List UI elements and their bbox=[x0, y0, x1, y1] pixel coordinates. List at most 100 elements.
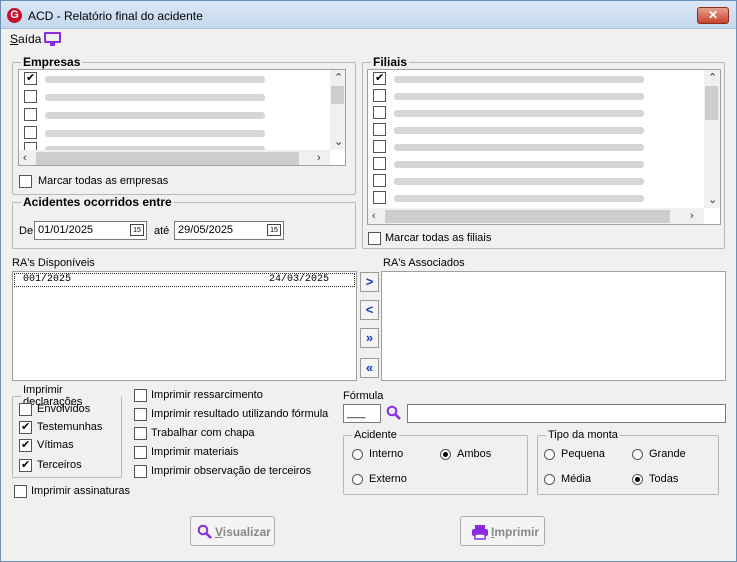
remove-all-ra-button[interactable]: « bbox=[360, 358, 379, 378]
list-item[interactable] bbox=[368, 105, 720, 121]
filiais-list[interactable]: ⌃ ⌄ ‹ › bbox=[367, 69, 721, 225]
visualizar-button[interactable]: Visualizar bbox=[190, 516, 275, 546]
marcar-todas-empresas-checkbox[interactable] bbox=[19, 175, 32, 188]
redacted-text bbox=[394, 178, 644, 185]
filial-checkbox[interactable] bbox=[373, 191, 386, 204]
scroll-left-icon[interactable]: ‹ bbox=[372, 210, 376, 222]
add-all-ra-button[interactable]: » bbox=[360, 328, 379, 348]
list-item[interactable] bbox=[19, 89, 345, 105]
empresa-checkbox[interactable] bbox=[24, 71, 37, 85]
list-item[interactable] bbox=[368, 156, 720, 172]
imprimir-materiais-checkbox[interactable] bbox=[134, 446, 147, 459]
date-from-input[interactable]: 01/01/2025 15 bbox=[34, 221, 147, 240]
list-item[interactable] bbox=[19, 107, 345, 123]
list-item[interactable] bbox=[368, 88, 720, 104]
menu-saida-mnemonic: S bbox=[10, 32, 19, 46]
vertical-scrollbar[interactable]: ⌃ ⌄ bbox=[704, 70, 720, 208]
imprimir-observacao-terceiros-label: Imprimir observação de terceiros bbox=[151, 465, 312, 477]
scrollbar-thumb[interactable] bbox=[36, 152, 299, 165]
vitimas-checkbox[interactable] bbox=[19, 438, 32, 452]
empresa-checkbox[interactable] bbox=[24, 126, 37, 139]
acidente-title: Acidente bbox=[354, 429, 397, 441]
imprimir-materiais-label: Imprimir materiais bbox=[151, 446, 239, 458]
list-item[interactable] bbox=[368, 122, 720, 138]
list-item[interactable] bbox=[19, 71, 345, 87]
scroll-up-icon[interactable]: ⌃ bbox=[708, 72, 717, 84]
date-to-input[interactable]: 29/05/2025 15 bbox=[174, 221, 284, 240]
list-item[interactable] bbox=[368, 139, 720, 155]
filial-checkbox[interactable] bbox=[373, 71, 386, 85]
monitor-icon[interactable] bbox=[44, 32, 61, 46]
filiais-title: Filiais bbox=[373, 55, 408, 69]
scroll-down-icon[interactable]: ⌄ bbox=[334, 136, 343, 148]
empresas-list[interactable]: ⌃ ⌄ ‹ › bbox=[18, 69, 346, 166]
formula-code-input[interactable]: ___ bbox=[343, 404, 381, 423]
formula-label: Fórmula bbox=[343, 390, 384, 402]
envolvidos-checkbox[interactable] bbox=[19, 403, 32, 416]
terceiros-checkbox[interactable] bbox=[19, 458, 32, 472]
add-ra-button[interactable]: > bbox=[360, 272, 379, 292]
empresas-title: Empresas bbox=[23, 55, 81, 69]
scrollbar-thumb[interactable] bbox=[331, 86, 344, 104]
redacted-text bbox=[45, 130, 265, 137]
list-item[interactable] bbox=[368, 173, 720, 189]
filial-checkbox[interactable] bbox=[373, 157, 386, 170]
trabalhar-chapa-label: Trabalhar com chapa bbox=[151, 427, 255, 439]
ambos-radio[interactable] bbox=[440, 449, 451, 460]
imprimir-button[interactable]: Imprimir bbox=[460, 516, 545, 546]
ras-associados-list[interactable] bbox=[381, 271, 726, 381]
imprimir-observacao-terceiros-checkbox[interactable] bbox=[134, 465, 147, 478]
search-icon[interactable] bbox=[386, 405, 402, 421]
filial-checkbox[interactable] bbox=[373, 89, 386, 102]
list-item[interactable] bbox=[368, 190, 720, 206]
grande-radio[interactable] bbox=[632, 449, 643, 460]
scroll-up-icon[interactable]: ⌃ bbox=[334, 72, 343, 84]
redacted-text bbox=[394, 195, 644, 202]
trabalhar-chapa-checkbox[interactable] bbox=[134, 427, 147, 440]
externo-radio[interactable] bbox=[352, 474, 363, 485]
list-item[interactable] bbox=[19, 125, 345, 141]
imprimir-resultado-formula-label: Imprimir resultado utilizando fórmula bbox=[151, 408, 329, 420]
scrollbar-thumb[interactable] bbox=[385, 210, 670, 223]
title-bar: G ACD - Relatório final do acidente ✕ bbox=[1, 1, 736, 29]
imprimir-label: mprimir bbox=[494, 525, 540, 539]
testemunhas-checkbox[interactable] bbox=[19, 420, 32, 434]
vertical-scrollbar[interactable]: ⌃ ⌄ bbox=[330, 70, 345, 150]
list-item[interactable] bbox=[368, 71, 720, 87]
filial-checkbox[interactable] bbox=[373, 140, 386, 153]
pequena-radio[interactable] bbox=[544, 449, 555, 460]
imprimir-ressarcimento-checkbox[interactable] bbox=[134, 389, 147, 402]
todas-radio[interactable] bbox=[632, 474, 643, 485]
ras-disponiveis-label: RA's Disponíveis bbox=[12, 257, 95, 269]
scroll-right-icon[interactable]: › bbox=[690, 210, 694, 222]
imprimir-assinaturas-checkbox[interactable] bbox=[14, 485, 27, 498]
interno-radio[interactable] bbox=[352, 449, 363, 460]
redacted-text bbox=[394, 144, 644, 151]
remove-ra-button[interactable]: < bbox=[360, 300, 379, 320]
acidente-group: Acidente bbox=[343, 429, 528, 495]
scroll-left-icon[interactable]: ‹ bbox=[23, 152, 27, 164]
horizontal-scrollbar[interactable]: ‹ › bbox=[368, 208, 704, 224]
horizontal-scrollbar[interactable]: ‹ › bbox=[19, 150, 330, 165]
menu-saida[interactable]: Saída bbox=[10, 32, 41, 46]
todas-label: Todas bbox=[649, 473, 679, 485]
ate-label: até bbox=[154, 225, 170, 237]
formula-description-input[interactable] bbox=[407, 404, 726, 423]
scroll-right-icon[interactable]: › bbox=[317, 152, 321, 164]
empresa-checkbox[interactable] bbox=[24, 108, 37, 121]
scroll-down-icon[interactable]: ⌄ bbox=[708, 194, 717, 206]
marcar-todas-filiais-label: Marcar todas as filiais bbox=[385, 232, 492, 244]
media-radio[interactable] bbox=[544, 474, 555, 485]
filial-checkbox[interactable] bbox=[373, 106, 386, 119]
calendar-icon[interactable]: 15 bbox=[267, 224, 281, 236]
filial-checkbox[interactable] bbox=[373, 174, 386, 187]
close-button[interactable]: ✕ bbox=[697, 7, 729, 24]
calendar-icon[interactable]: 15 bbox=[130, 224, 144, 236]
table-row[interactable]: 001/2025 24/03/2025 bbox=[14, 273, 355, 287]
marcar-todas-filiais-checkbox[interactable] bbox=[368, 232, 381, 245]
filial-checkbox[interactable] bbox=[373, 123, 386, 136]
scrollbar-thumb[interactable] bbox=[705, 86, 718, 120]
empresa-checkbox[interactable] bbox=[24, 90, 37, 103]
imprimir-resultado-formula-checkbox[interactable] bbox=[134, 408, 147, 421]
ras-disponiveis-list[interactable]: 001/2025 24/03/2025 bbox=[12, 271, 357, 381]
